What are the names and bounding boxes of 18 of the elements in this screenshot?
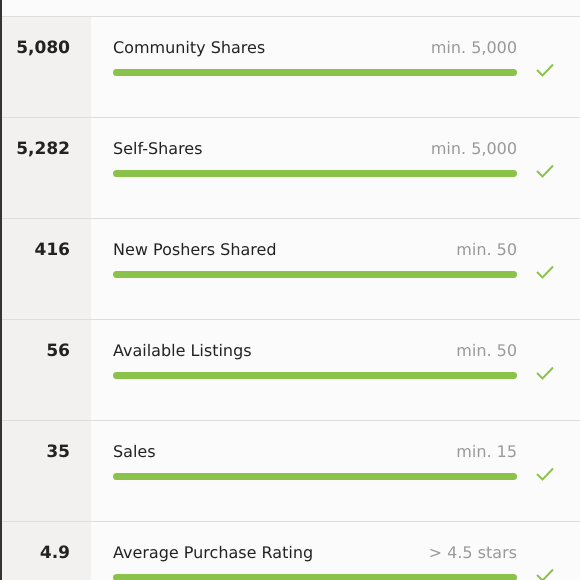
requirement-label: Average Purchase Rating [113,543,314,562]
stat-value: 5,282 [16,139,70,159]
stat-value: 4.9 [40,543,70,563]
stat-value: 416 [34,240,70,260]
requirement-minimum: > 4.5 stars [428,543,517,562]
requirement-label: Community Shares [113,38,266,57]
requirement-minimum: min. 15 [456,442,517,461]
requirement-minimum: min. 5,000 [430,139,517,158]
requirement-minimum: min. 50 [456,341,517,360]
requirement-label: Sales [113,442,156,461]
stat-value: 35 [46,442,70,462]
requirement-label: New Poshers Shared [113,240,276,259]
requirement-minimum: min. 50 [456,240,517,259]
stat-value: 56 [46,341,70,361]
requirement-label: Available Listings [113,341,252,360]
requirement-label: Self-Shares [113,139,202,158]
stat-value: 5,080 [16,38,70,58]
requirement-minimum: min. 5,000 [430,38,517,57]
